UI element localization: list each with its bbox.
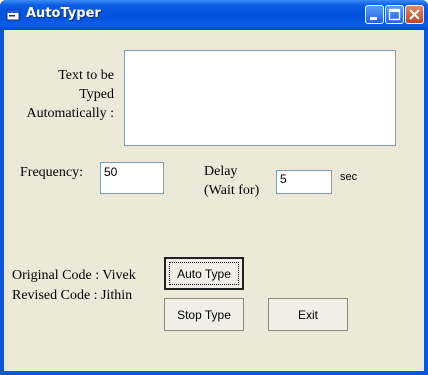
stop-type-button[interactable]: Stop Type xyxy=(164,298,244,331)
text-to-type-input[interactable] xyxy=(124,50,396,146)
close-icon xyxy=(409,9,420,20)
text-label-line-3: Automatically : xyxy=(26,106,114,121)
delay-label-line-1: Delay xyxy=(204,164,238,179)
close-button[interactable] xyxy=(405,5,424,24)
delay-input[interactable] xyxy=(276,170,332,194)
frequency-label: Frequency: xyxy=(20,165,83,180)
window-title: AutoTyper xyxy=(26,6,101,21)
exit-button[interactable]: Exit xyxy=(268,298,348,331)
auto-type-button[interactable]: Auto Type xyxy=(164,257,244,290)
revised-code-credit: Revised Code : Jithin xyxy=(12,288,133,303)
text-label-line-2: Typed xyxy=(79,87,114,102)
title-bar[interactable]: AutoTyper xyxy=(0,0,428,30)
minimize-icon xyxy=(370,17,377,20)
delay-label: Delay (Wait for) xyxy=(204,162,259,200)
delay-label-line-2: (Wait for) xyxy=(204,183,260,198)
text-label-line-1: Text to be xyxy=(58,68,114,83)
minimize-button[interactable] xyxy=(365,5,384,24)
text-to-type-label: Text to be Typed Automatically : xyxy=(14,66,114,123)
maximize-icon xyxy=(388,8,401,21)
form-client-area: Text to be Typed Automatically : Frequen… xyxy=(4,30,424,371)
delay-unit-label: sec xyxy=(340,171,358,183)
original-code-credit: Original Code : Vivek xyxy=(12,268,136,283)
app-icon[interactable] xyxy=(6,8,20,22)
frequency-input[interactable] xyxy=(100,162,164,194)
maximize-button[interactable] xyxy=(385,5,404,24)
autotyper-window: AutoTyper Text to be Typed Automatically… xyxy=(0,0,428,375)
